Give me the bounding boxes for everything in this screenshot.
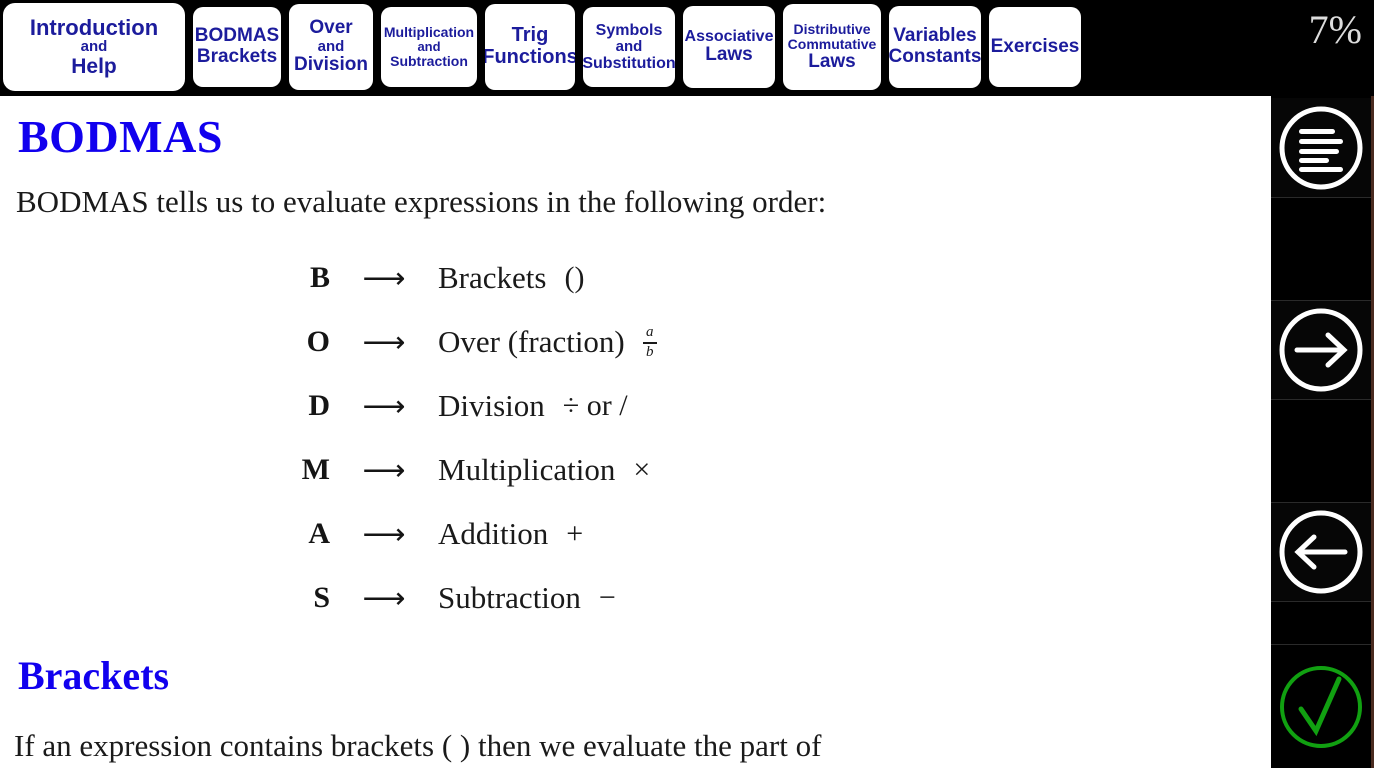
- fraction-denominator: b: [646, 344, 654, 361]
- bodmas-letter: O: [306, 325, 330, 358]
- arrow-left-icon: [1279, 510, 1363, 594]
- tab-label-line: Associative: [684, 28, 774, 46]
- sidebar-item-menu[interactable]: [1271, 98, 1371, 198]
- arrow-icon: ⟶: [362, 453, 406, 487]
- sidebar: [1271, 96, 1371, 768]
- intro-paragraph: BODMAS tells us to evaluate expressions …: [16, 184, 827, 219]
- bodmas-meaning: Subtraction −: [438, 580, 616, 616]
- tab-label-line: and: [80, 38, 108, 56]
- tab-label-line: Functions: [485, 46, 575, 68]
- bodmas-letter: B: [309, 261, 330, 294]
- tab-label-line: Variables: [893, 25, 977, 47]
- arrow-icon: ⟶: [362, 581, 406, 615]
- tab-label-line: Laws: [705, 44, 753, 66]
- tab-label-line: Over: [309, 17, 353, 39]
- tab-label-line: Distributive: [793, 20, 871, 37]
- bodmas-symbol: ×: [633, 453, 651, 486]
- tab-label-line: Constants: [889, 46, 981, 67]
- list-item: A ⟶ Addition +: [0, 502, 1271, 566]
- bodmas-meaning: Brackets (): [438, 260, 584, 296]
- bodmas-symbol: ÷ or /: [562, 389, 628, 422]
- arrow-icon: ⟶: [362, 517, 406, 551]
- tab-list: Introduction and Help BODMAS Brackets Ov…: [0, 0, 1085, 96]
- tab-label-line: Commutative: [787, 35, 877, 52]
- tab-bodmas-brackets[interactable]: BODMAS Brackets: [193, 7, 281, 87]
- tab-associative-laws[interactable]: Associative Laws: [683, 6, 775, 88]
- slide-root: Introduction and Help BODMAS Brackets Ov…: [0, 0, 1374, 768]
- arrow-icon: ⟶: [362, 325, 406, 359]
- fraction-a-over-b: a b: [642, 324, 657, 361]
- tab-label-line: Substitution: [583, 55, 675, 73]
- bodmas-letter: S: [313, 581, 330, 614]
- tab-exercises[interactable]: Exercises: [989, 7, 1081, 87]
- tab-trig-functions[interactable]: Trig Functions: [485, 4, 575, 90]
- sidebar-spacer: [1271, 603, 1371, 643]
- bodmas-meaning: Multiplication ×: [438, 452, 650, 488]
- list-item: D ⟶ Division ÷ or /: [0, 374, 1271, 438]
- tab-label-line: Exercises: [990, 35, 1080, 57]
- tab-label-line: and: [615, 37, 643, 55]
- bodmas-word: Multiplication: [438, 452, 616, 487]
- bodmas-word: Subtraction: [438, 580, 581, 615]
- tab-variables-constants[interactable]: Variables Constants: [889, 6, 981, 88]
- sidebar-spacer: [1271, 199, 1371, 299]
- bodmas-word: Brackets: [438, 260, 547, 295]
- bodmas-letter: A: [308, 517, 330, 550]
- list-item: O ⟶ Over (fraction) a b: [0, 310, 1271, 374]
- bodmas-meaning: Over (fraction) a b: [438, 324, 657, 360]
- tab-label-line: Symbols: [595, 21, 663, 39]
- bodmas-list: B ⟶ Brackets () O ⟶ Over (fraction) a b: [0, 246, 1271, 630]
- bodmas-symbol: −: [598, 581, 616, 614]
- sidebar-spacer: [1271, 401, 1371, 501]
- sidebar-item-check[interactable]: [1271, 644, 1371, 768]
- tab-label-line: and: [417, 38, 441, 54]
- list-item: M ⟶ Multiplication ×: [0, 438, 1271, 502]
- bodmas-symbol: (): [564, 261, 585, 294]
- arrow-icon: ⟶: [362, 389, 406, 423]
- bodmas-letter: M: [301, 453, 330, 486]
- bodmas-letter: D: [308, 389, 330, 422]
- tab-over-division[interactable]: Over and Division: [289, 4, 373, 90]
- tab-label-line: Introduction: [29, 14, 159, 40]
- tab-multiplication-subtraction[interactable]: Multiplication and Subtraction: [381, 7, 477, 87]
- progress-percentage: 7%: [1308, 7, 1362, 52]
- tab-label-line: BODMAS: [194, 25, 280, 47]
- bodmas-meaning: Addition +: [438, 516, 583, 552]
- arrow-icon: ⟶: [362, 261, 406, 295]
- fraction-numerator: a: [646, 324, 654, 341]
- sidebar-item-next[interactable]: [1271, 300, 1371, 400]
- navbar: Introduction and Help BODMAS Brackets Ov…: [0, 0, 1374, 96]
- bodmas-symbol: +: [566, 517, 584, 550]
- section-heading-brackets: Brackets: [18, 653, 170, 698]
- tab-label-line: Help: [71, 54, 117, 78]
- bodmas-word: Division: [438, 388, 545, 423]
- tab-label-line: and: [317, 37, 345, 55]
- tab-symbols-substitution[interactable]: Symbols and Substitution: [583, 7, 675, 87]
- list-item: S ⟶ Subtraction −: [0, 566, 1271, 630]
- tab-label-line: Brackets: [196, 46, 278, 67]
- bodmas-word: Over (fraction): [438, 324, 625, 359]
- tab-label-line: Trig: [511, 24, 549, 47]
- tab-label-line: Multiplication: [383, 23, 475, 40]
- check-circle-icon: [1280, 665, 1362, 748]
- bodmas-word: Addition: [438, 516, 549, 551]
- tab-label-line: Laws: [808, 50, 856, 72]
- list-item: B ⟶ Brackets (): [0, 246, 1271, 310]
- tab-distributive-commutative-laws[interactable]: Distributive Commutative Laws: [783, 4, 881, 90]
- tab-label-line: Division: [294, 54, 368, 76]
- tab-label-line: Subtraction: [390, 53, 468, 70]
- arrow-right-icon: [1279, 308, 1363, 392]
- body-paragraph: If an expression contains brackets ( ) t…: [14, 728, 822, 763]
- page-title: BODMAS: [18, 111, 223, 162]
- slide-content: BODMAS BODMAS tells us to evaluate expre…: [0, 96, 1271, 768]
- bodmas-meaning: Division ÷ or /: [438, 388, 628, 424]
- hamburger-menu-icon: [1279, 106, 1363, 189]
- sidebar-item-previous[interactable]: [1271, 502, 1371, 602]
- tab-introduction-help[interactable]: Introduction and Help: [3, 3, 185, 91]
